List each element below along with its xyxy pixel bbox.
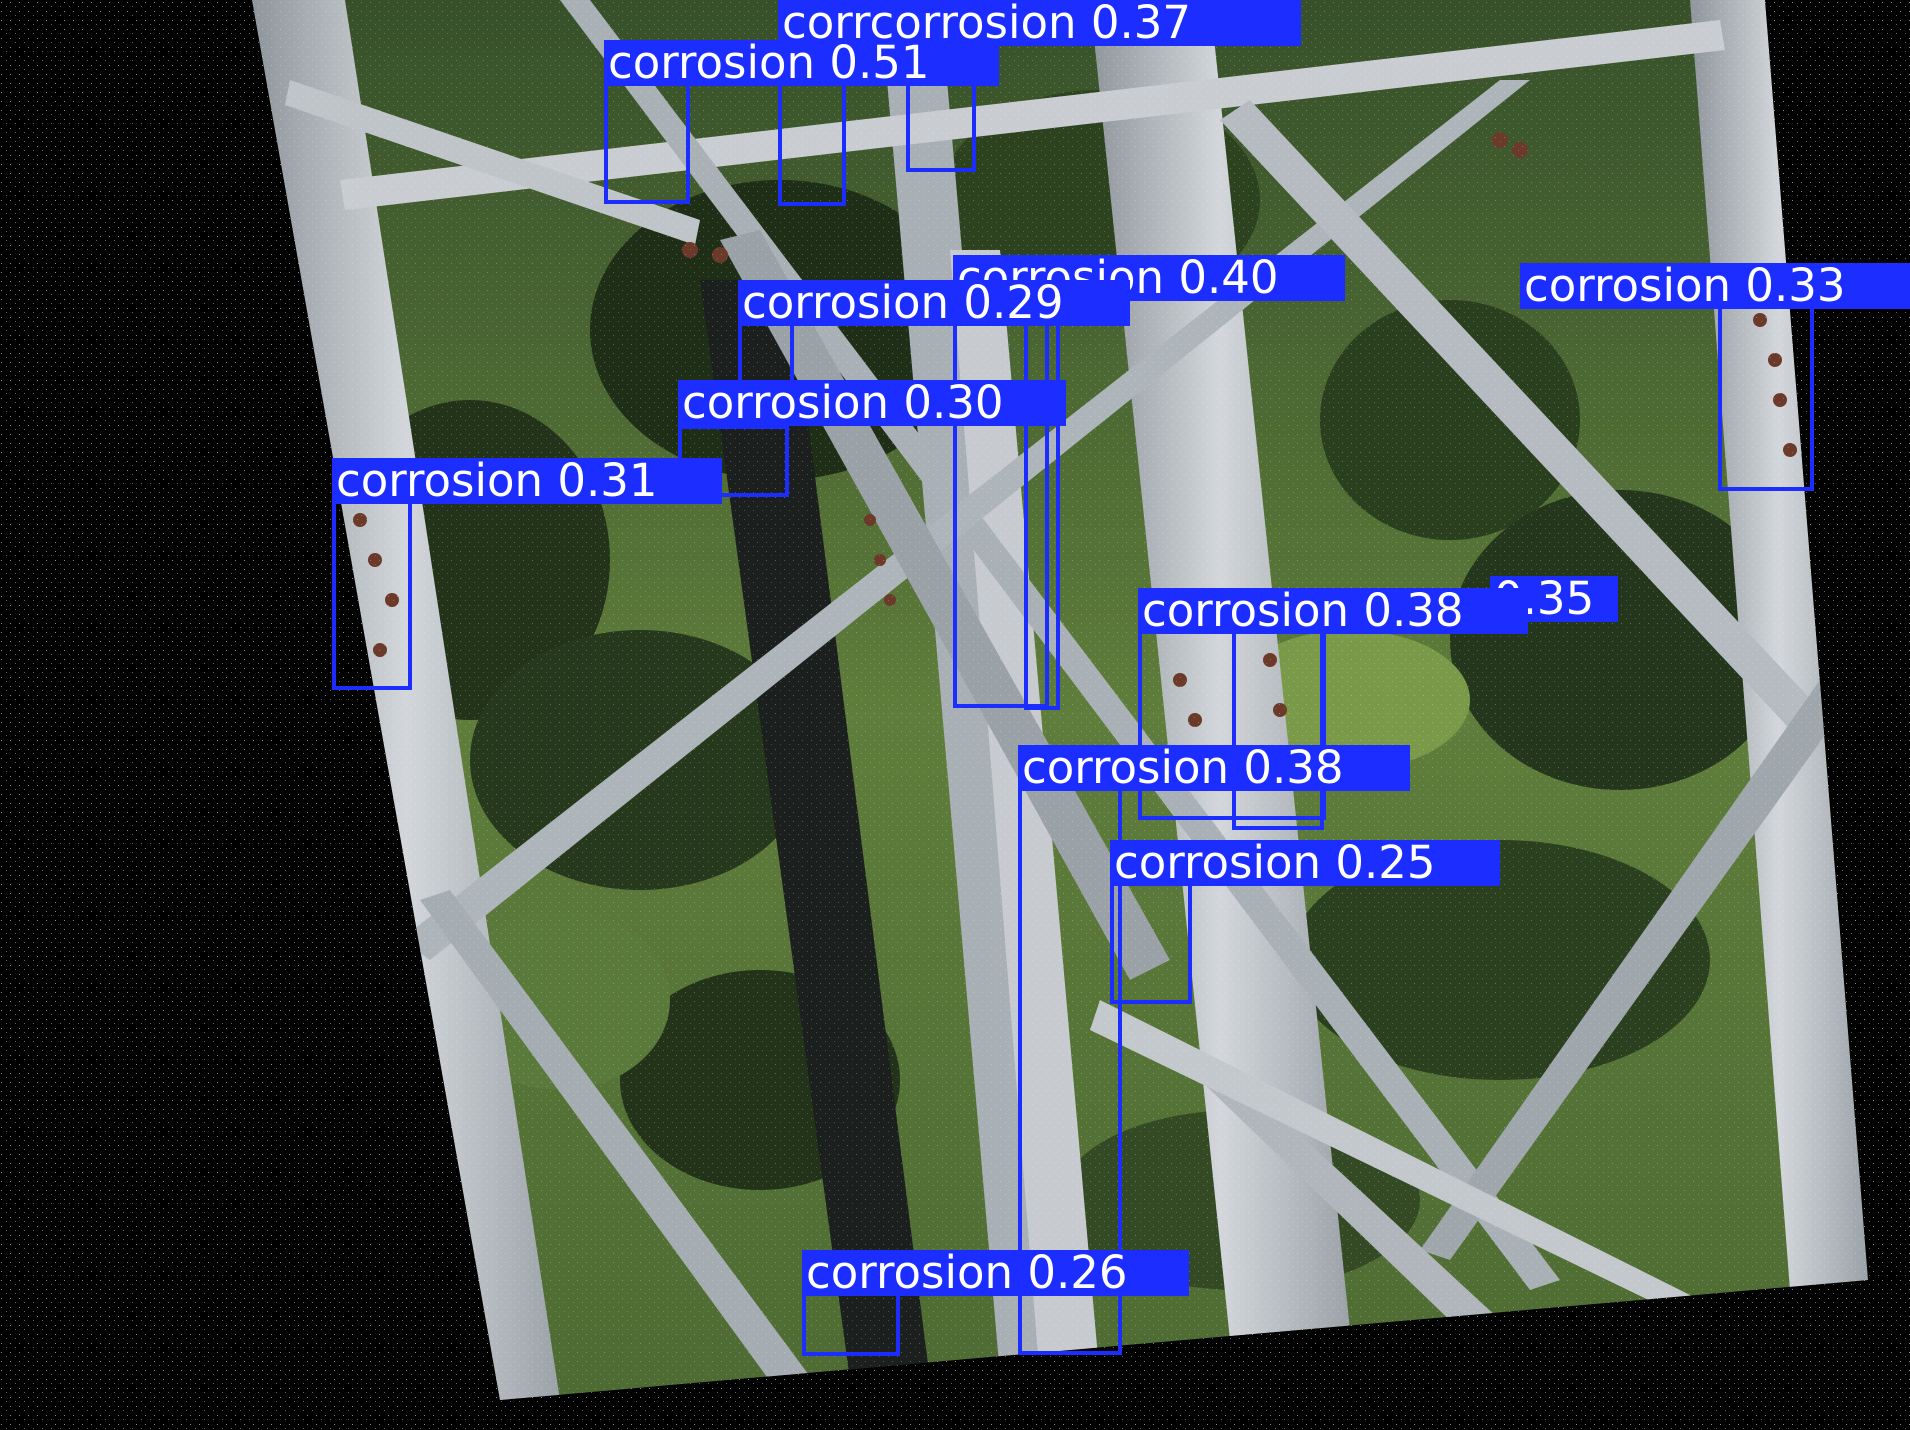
bounding-box [1138, 628, 1326, 820]
detection-label: corrosion 0.38 [1138, 588, 1528, 634]
detection-label: corrosion 0.51 [604, 40, 999, 86]
bounding-box [604, 82, 690, 204]
bounding-box [332, 498, 412, 690]
photo-stage: corrcorrosion 0.37 corrosion 0.51 corros… [0, 0, 1910, 1430]
detection-label: corrosion 0.33 [1520, 263, 1910, 309]
bounding-box [1718, 305, 1814, 491]
detection-label: corrosion 0.25 [1110, 840, 1500, 886]
bounding-box [1024, 320, 1060, 710]
detection-label: corrosion 0.31 [332, 458, 722, 504]
detection-label: corrosion 0.38 [1018, 745, 1410, 791]
detection-label: corrosion 0.26 [802, 1250, 1189, 1296]
detection-label: corrosion 0.29 [738, 280, 1130, 326]
detection-label: corrosion 0.30 [678, 380, 1066, 426]
bounding-box [802, 1292, 900, 1356]
bounding-box [1110, 882, 1192, 1004]
tower-photo [0, 0, 1910, 1430]
